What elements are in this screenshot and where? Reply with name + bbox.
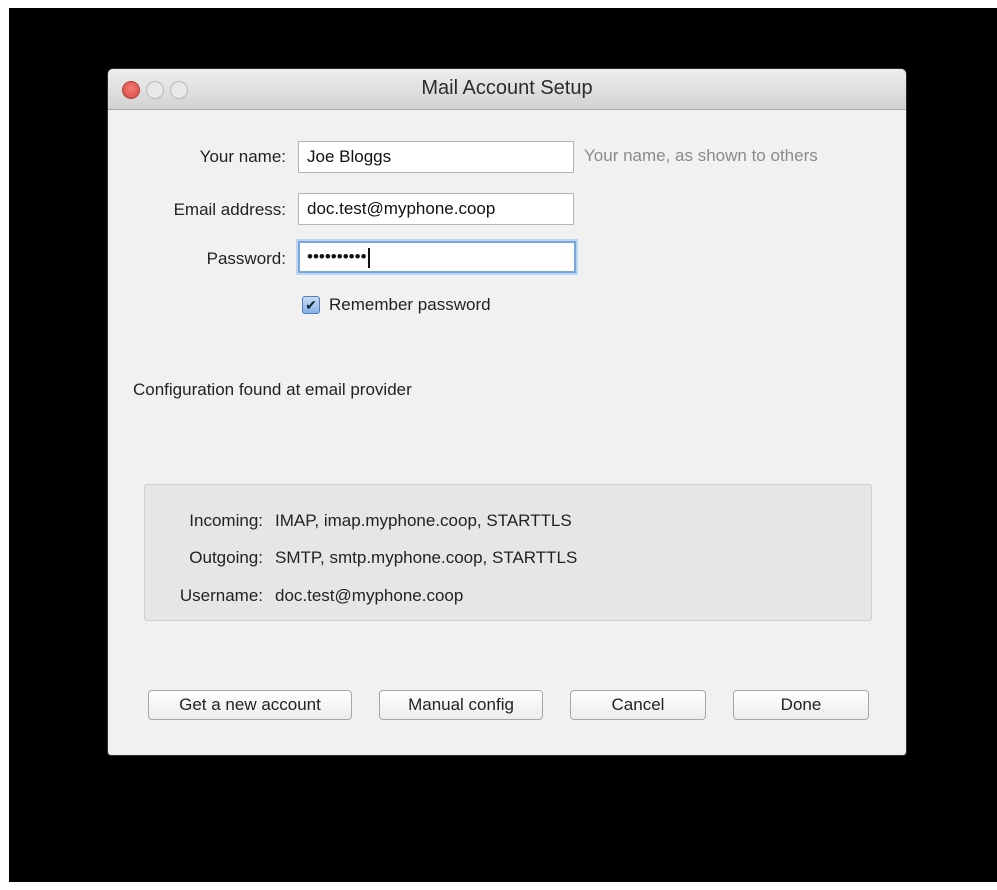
titlebar: Mail Account Setup xyxy=(108,69,906,110)
config-key: Username: xyxy=(179,586,263,605)
window-title: Mail Account Setup xyxy=(421,77,593,99)
password-value: •••••••••• xyxy=(307,247,367,266)
checkmark-icon: ✔ xyxy=(305,297,317,313)
done-button[interactable]: Done xyxy=(733,690,869,720)
cancel-button[interactable]: Cancel xyxy=(570,690,706,720)
config-value: doc.test@myphone.coop xyxy=(275,586,464,605)
your-name-field[interactable]: Joe Bloggs xyxy=(298,141,574,173)
config-value: SMTP, smtp.myphone.coop, STARTTLS xyxy=(275,548,578,567)
manual-config-button[interactable]: Manual config xyxy=(379,690,543,720)
server-config-panel: Incoming: IMAP, imap.myphone.coop, START… xyxy=(144,484,872,621)
config-value: IMAP, imap.myphone.coop, STARTTLS xyxy=(275,511,572,530)
email-address-field[interactable]: doc.test@myphone.coop xyxy=(298,193,574,225)
text-cursor xyxy=(367,247,370,268)
configuration-status: Configuration found at email provider xyxy=(133,380,412,399)
config-key: Incoming: xyxy=(189,511,263,530)
mail-account-setup-window: Mail Account Setup Your name: Joe Bloggs… xyxy=(108,69,906,755)
config-row-outgoing: Outgoing: SMTP, smtp.myphone.coop, START… xyxy=(145,548,871,570)
config-key: Outgoing: xyxy=(189,548,263,567)
your-name-hint: Your name, as shown to others xyxy=(584,146,818,165)
config-row-username: Username: doc.test@myphone.coop xyxy=(145,586,871,608)
password-label: Password: xyxy=(206,249,286,268)
your-name-label: Your name: xyxy=(199,147,286,166)
remember-password-label[interactable]: Remember password xyxy=(329,295,491,315)
config-row-incoming: Incoming: IMAP, imap.myphone.coop, START… xyxy=(145,511,871,533)
get-new-account-button[interactable]: Get a new account xyxy=(148,690,352,720)
email-address-label: Email address: xyxy=(173,200,286,219)
password-field[interactable]: •••••••••• xyxy=(298,241,576,273)
remember-password-checkbox[interactable]: ✔ xyxy=(302,296,320,314)
